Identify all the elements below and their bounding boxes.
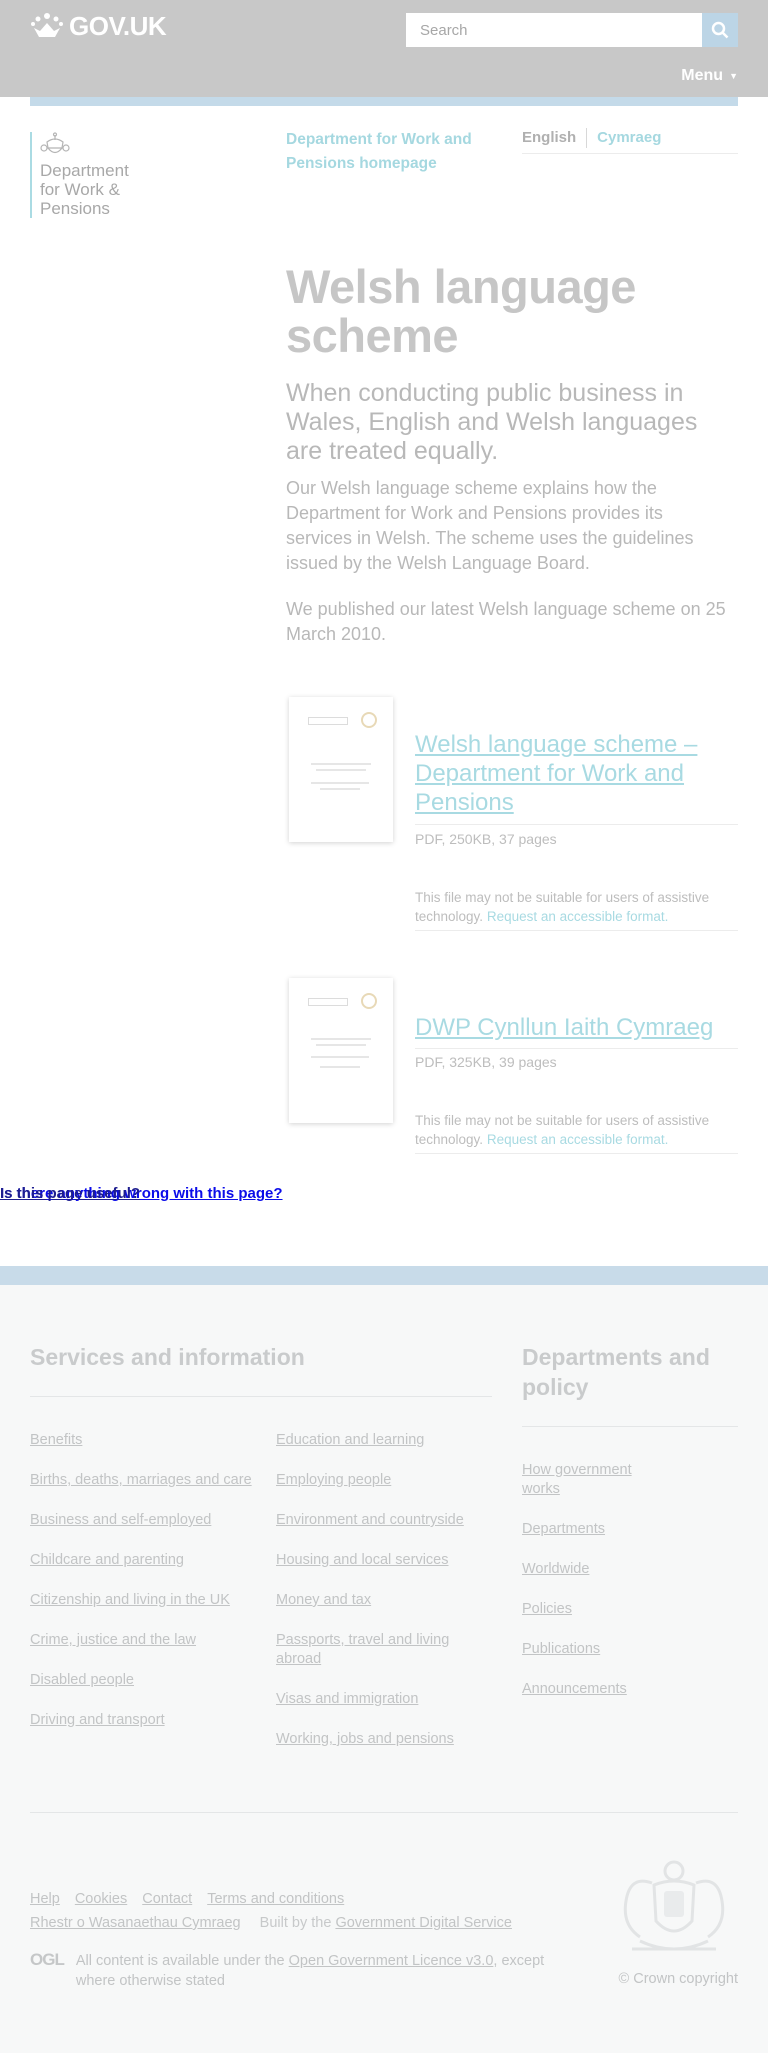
search-input[interactable] (406, 13, 702, 47)
footer-link[interactable]: Crime, justice and the law (30, 1631, 255, 1650)
page-useful-link[interactable]: Is this page useful? (0, 1185, 140, 1203)
footer-link[interactable]: Visas and immigration (276, 1690, 491, 1709)
logo-text: GOV.UK (69, 10, 167, 41)
footer-link[interactable]: Departments (522, 1520, 652, 1539)
thumbnail-logo (308, 717, 348, 725)
crown-icon (31, 13, 63, 37)
site-header: GOV.UK Menu ▼ (0, 0, 768, 97)
footer-link[interactable]: Disabled people (30, 1671, 255, 1690)
thumbnail-text-line (311, 1038, 371, 1040)
attachment-accessibility-note: This file may not be suitable for users … (415, 888, 738, 931)
organisation-logo[interactable]: Department for Work & Pensions (30, 132, 150, 218)
footer-link[interactable]: Education and learning (276, 1431, 491, 1450)
ogl-logo-icon: OGL (30, 1950, 65, 1969)
language-english: English (522, 128, 588, 148)
divider (415, 1048, 738, 1049)
language-switcher: English Cymraeg (522, 128, 738, 154)
footer-link[interactable]: Policies (522, 1600, 652, 1619)
thumbnail-text-line (316, 1044, 366, 1046)
footer-link[interactable]: Employing people (276, 1471, 491, 1490)
thumbnail-text-line (320, 1066, 360, 1068)
footer-services-heading: Services and information (30, 1344, 305, 1370)
thumbnail-text-line (320, 788, 360, 790)
body-paragraph: Our Welsh language scheme explains how t… (286, 478, 694, 573)
thumbnail-emblem (361, 993, 377, 1009)
menu-button[interactable]: Menu ▼ (681, 67, 738, 85)
licence-info: OGL All content is available under the O… (30, 1950, 550, 1991)
footer-link[interactable]: Environment and countryside (276, 1511, 491, 1530)
welsh-services-link[interactable]: Rhestr o Wasanaethau Cymraeg (30, 1915, 241, 1931)
request-accessible-format-link[interactable]: Request an accessible format. (487, 1132, 669, 1147)
footer-departments-heading: Departments and policy (522, 1344, 710, 1400)
cookies-link[interactable]: Cookies (75, 1891, 127, 1907)
footer-services-column-1: Benefits Births, deaths, marriages and c… (30, 1431, 255, 1730)
footer-link[interactable]: Worldwide (522, 1560, 652, 1579)
footer-link[interactable]: Working, jobs and pensions (276, 1730, 491, 1749)
feedback-prompt: Is there anything wrong with this page? … (0, 1185, 320, 1205)
divider (415, 824, 738, 825)
thumbnail-logo (308, 998, 348, 1006)
thumbnail-emblem (361, 712, 377, 728)
attachment-metadata: PDF, 250KB, 37 pages (415, 831, 557, 847)
menu-label: Menu (681, 67, 724, 84)
govuk-home-link[interactable]: GOV.UK (30, 10, 167, 41)
thumbnail-text-line (311, 763, 371, 765)
help-link[interactable]: Help (30, 1891, 60, 1907)
footer-link[interactable]: Passports, travel and living abroad (276, 1631, 491, 1669)
search-icon (711, 21, 729, 39)
contact-link[interactable]: Contact (142, 1891, 192, 1907)
built-by-text: Built by the (259, 1915, 332, 1931)
footer-link[interactable]: Childcare and parenting (30, 1551, 255, 1570)
thumbnail-text-line (316, 769, 366, 771)
attachment-accessibility-note: This file may not be suitable for users … (415, 1111, 738, 1154)
thumbnail-text-line (311, 782, 369, 784)
attachment-thumbnail[interactable] (289, 978, 393, 1123)
footer-link[interactable]: Driving and transport (30, 1711, 255, 1730)
organisation-name: Department for Work & Pensions (40, 161, 129, 218)
request-accessible-format-link[interactable]: Request an accessible format. (487, 909, 669, 924)
page-title: Welsh language scheme (286, 260, 636, 362)
caret-down-icon: ▼ (729, 71, 738, 81)
ogl-licence-link[interactable]: Open Government Licence v3.0 (289, 1953, 494, 1969)
licence-prefix: All content is available under the (75, 1953, 285, 1969)
footer-accent-bar (0, 1266, 768, 1285)
footer-departments-column: How government works Departments Worldwi… (522, 1461, 652, 1699)
footer-services-column-2: Education and learning Employing people … (276, 1431, 491, 1749)
footer-link[interactable]: Citizenship and living in the UK (30, 1591, 255, 1610)
department-homepage-link[interactable]: Department for Work and Pensions homepag… (286, 128, 476, 176)
body-paragraph: We published our latest Welsh language s… (286, 599, 726, 644)
footer-meta-links: Help Cookies Contact Terms and conditions R… (30, 1887, 550, 1935)
attachment-title-link[interactable]: DWP Cynllun Iaith Cymraeg (415, 1013, 738, 1042)
gds-link[interactable]: Government Digital Service (335, 1915, 512, 1931)
footer-link[interactable]: How government works (522, 1461, 652, 1499)
attachment-thumbnail[interactable] (289, 697, 393, 842)
search-form (406, 13, 738, 47)
attachment-title-link[interactable]: Welsh language scheme – Department for W… (415, 730, 738, 817)
divider (522, 1426, 738, 1427)
royal-coat-of-arms-icon (623, 1860, 725, 1951)
footer-link[interactable]: Births, deaths, marriages and care (30, 1471, 255, 1490)
footer-link[interactable]: Business and self-employed (30, 1511, 255, 1530)
header-accent-bar (30, 97, 738, 106)
footer-link[interactable]: Money and tax (276, 1591, 491, 1610)
royal-crest-icon (40, 132, 70, 154)
divider (30, 1812, 738, 1813)
terms-link[interactable]: Terms and conditions (207, 1891, 344, 1907)
search-button[interactable] (702, 13, 738, 47)
language-welsh-link[interactable]: Cymraeg (587, 128, 661, 148)
divider (30, 1396, 492, 1397)
footer-link[interactable]: Housing and local services (276, 1551, 491, 1570)
footer-link[interactable]: Benefits (30, 1431, 255, 1450)
footer-link[interactable]: Publications (522, 1640, 652, 1659)
attachment-metadata: PDF, 325KB, 39 pages (415, 1054, 557, 1070)
thumbnail-text-line (311, 1056, 369, 1058)
licence-text: All content is available under the Open … (76, 1951, 550, 1991)
footer-link[interactable]: Announcements (522, 1680, 652, 1699)
crown-copyright-link[interactable]: © Crown copyright (619, 1971, 738, 1987)
page-summary: When conducting public business in Wales… (286, 379, 698, 465)
